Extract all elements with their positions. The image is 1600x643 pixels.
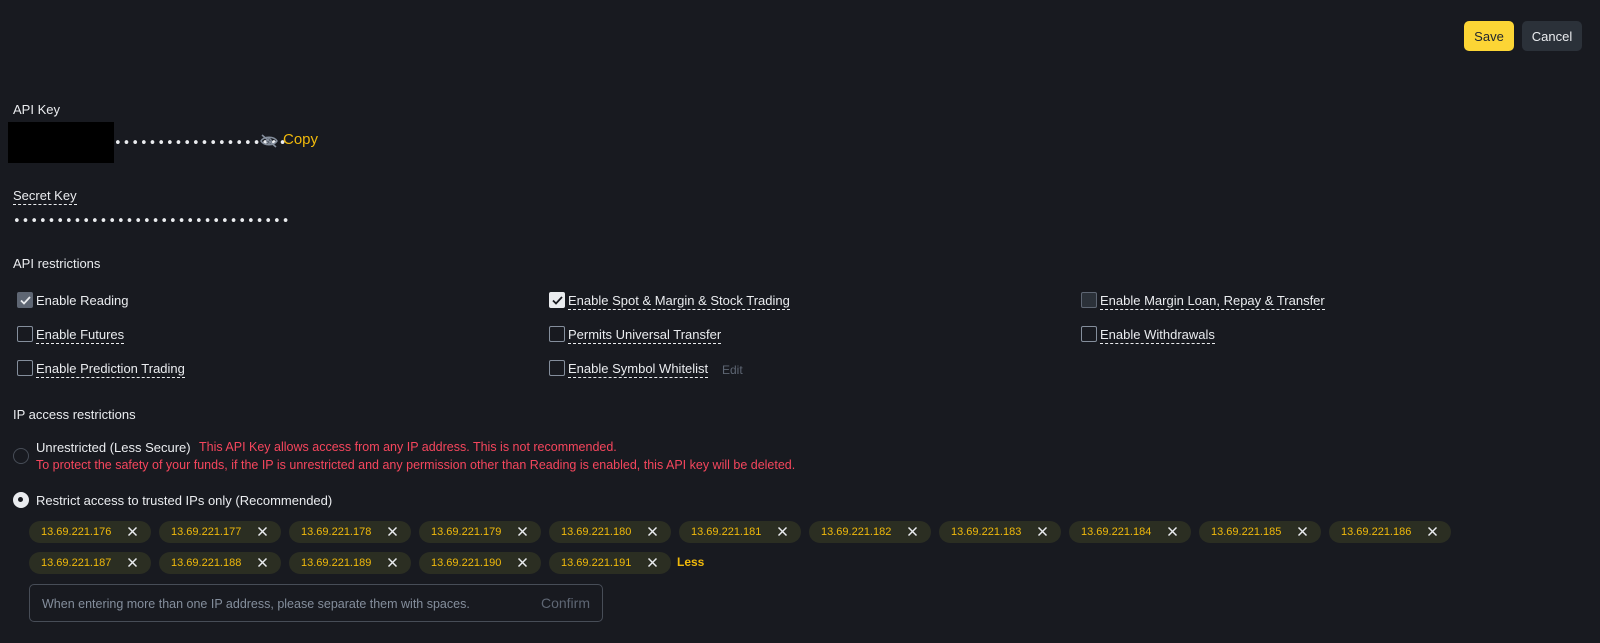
eye-off-icon[interactable]: [260, 134, 278, 148]
permits-universal-transfer-text: Permits Universal Transfer: [568, 327, 722, 344]
restricted-label[interactable]: Restrict access to trusted IPs only (Rec…: [36, 493, 332, 508]
enable-symbol-whitelist-text: Enable Symbol Whitelist: [568, 361, 709, 378]
enable-symbol-whitelist-label[interactable]: Enable Symbol Whitelist: [568, 361, 709, 378]
permits-universal-transfer-checkbox[interactable]: [549, 326, 565, 342]
ip-address: 13.69.221.182: [821, 526, 892, 538]
enable-withdrawals-checkbox[interactable]: [1081, 326, 1097, 342]
ip-address: 13.69.221.177: [171, 526, 242, 538]
ip-address: 13.69.221.190: [431, 557, 502, 569]
close-icon[interactable]: [256, 556, 269, 569]
ip-chip: 13.69.221.186: [1329, 521, 1451, 543]
unrestricted-warning-1: This API Key allows access from any IP a…: [199, 440, 617, 454]
ip-address: 13.69.221.185: [1211, 526, 1282, 538]
ip-address: 13.69.221.187: [41, 557, 112, 569]
ip-address: 13.69.221.188: [171, 557, 242, 569]
ip-chip: 13.69.221.179: [419, 521, 541, 543]
enable-withdrawals-text: Enable Withdrawals: [1100, 327, 1215, 344]
check-icon: [551, 295, 563, 305]
save-button[interactable]: Save: [1464, 21, 1514, 51]
ip-address-input[interactable]: [40, 585, 514, 623]
api-restrictions-title: API restrictions: [13, 256, 101, 271]
ip-chip: 13.69.221.180: [549, 521, 671, 543]
ip-chip: 13.69.221.184: [1069, 521, 1191, 543]
check-icon: [19, 295, 31, 305]
enable-margin-loan-text: Enable Margin Loan, Repay & Transfer: [1100, 293, 1325, 310]
close-icon[interactable]: [1296, 525, 1309, 538]
close-icon[interactable]: [646, 556, 659, 569]
ip-chip: 13.69.221.183: [939, 521, 1061, 543]
permits-universal-transfer-label[interactable]: Permits Universal Transfer: [568, 327, 722, 344]
enable-spot-margin-stock-trading-checkbox[interactable]: [549, 292, 565, 308]
close-icon[interactable]: [126, 525, 139, 538]
close-icon[interactable]: [516, 525, 529, 538]
secret-key-label-text: Secret Key: [13, 188, 77, 205]
close-icon[interactable]: [126, 556, 139, 569]
ip-address: 13.69.221.183: [951, 526, 1022, 538]
ip-chip: 13.69.221.181: [679, 521, 801, 543]
confirm-button[interactable]: Confirm: [541, 595, 590, 611]
show-less-link[interactable]: Less: [677, 555, 704, 569]
close-icon[interactable]: [776, 525, 789, 538]
enable-spot-margin-stock-trading-text: Enable Spot & Margin & Stock Trading: [568, 293, 790, 310]
ip-chip: 13.69.221.191: [549, 552, 671, 574]
ip-chip: 13.69.221.178: [289, 521, 411, 543]
ip-address: 13.69.221.180: [561, 526, 632, 538]
ip-access-title: IP access restrictions: [13, 407, 136, 422]
cancel-button[interactable]: Cancel: [1522, 21, 1582, 51]
ip-chip: 13.69.221.185: [1199, 521, 1321, 543]
secret-key-value: ••••••••••••••••••••••••••••••••: [13, 214, 291, 229]
ip-chip: 13.69.221.190: [419, 552, 541, 574]
close-icon[interactable]: [906, 525, 919, 538]
ip-chip: 13.69.221.188: [159, 552, 281, 574]
ip-address: 13.69.221.186: [1341, 526, 1412, 538]
enable-prediction-trading-text: Enable Prediction Trading: [36, 361, 185, 378]
enable-prediction-trading-checkbox[interactable]: [17, 360, 33, 376]
api-key-redaction: [8, 122, 114, 163]
ip-chip: 13.69.221.182: [809, 521, 931, 543]
unrestricted-label[interactable]: Unrestricted (Less Secure): [36, 440, 191, 455]
ip-address: 13.69.221.191: [561, 557, 632, 569]
close-icon[interactable]: [1166, 525, 1179, 538]
enable-futures-text: Enable Futures: [36, 327, 125, 344]
ip-address: 13.69.221.184: [1081, 526, 1152, 538]
close-icon[interactable]: [386, 525, 399, 538]
enable-futures-checkbox[interactable]: [17, 326, 33, 342]
enable-futures-label[interactable]: Enable Futures: [36, 327, 125, 344]
ip-address: 13.69.221.179: [431, 526, 502, 538]
enable-reading-checkbox[interactable]: [17, 292, 33, 308]
close-icon[interactable]: [646, 525, 659, 538]
ip-address: 13.69.221.181: [691, 526, 762, 538]
close-icon[interactable]: [386, 556, 399, 569]
enable-margin-loan-label[interactable]: Enable Margin Loan, Repay & Transfer: [1100, 293, 1325, 310]
unrestricted-radio[interactable]: [13, 448, 29, 464]
enable-symbol-whitelist-checkbox[interactable]: [549, 360, 565, 376]
ip-chip: 13.69.221.189: [289, 552, 411, 574]
unrestricted-warning-2: To protect the safety of your funds, if …: [36, 458, 796, 472]
api-key-label: API Key: [13, 102, 60, 117]
ip-chip: 13.69.221.176: [29, 521, 151, 543]
close-icon[interactable]: [1426, 525, 1439, 538]
enable-reading-label: Enable Reading: [36, 293, 129, 308]
ip-chip: 13.69.221.177: [159, 521, 281, 543]
close-icon[interactable]: [516, 556, 529, 569]
enable-margin-loan-checkbox[interactable]: [1081, 292, 1097, 308]
edit-symbol-whitelist-link[interactable]: Edit: [722, 363, 743, 377]
close-icon[interactable]: [1036, 525, 1049, 538]
enable-spot-margin-stock-trading-label[interactable]: Enable Spot & Margin & Stock Trading: [568, 293, 790, 310]
ip-input-container: Confirm: [29, 584, 603, 623]
ip-address: 13.69.221.176: [41, 526, 112, 538]
enable-withdrawals-label[interactable]: Enable Withdrawals: [1100, 327, 1215, 344]
ip-address: 13.69.221.189: [301, 557, 372, 569]
enable-prediction-trading-label[interactable]: Enable Prediction Trading: [36, 361, 185, 378]
ip-chip: 13.69.221.187: [29, 552, 151, 574]
restricted-radio[interactable]: [13, 492, 29, 508]
ip-address: 13.69.221.178: [301, 526, 372, 538]
close-icon[interactable]: [256, 525, 269, 538]
secret-key-label: Secret Key: [13, 188, 77, 205]
copy-api-key-button[interactable]: Copy: [283, 131, 318, 148]
